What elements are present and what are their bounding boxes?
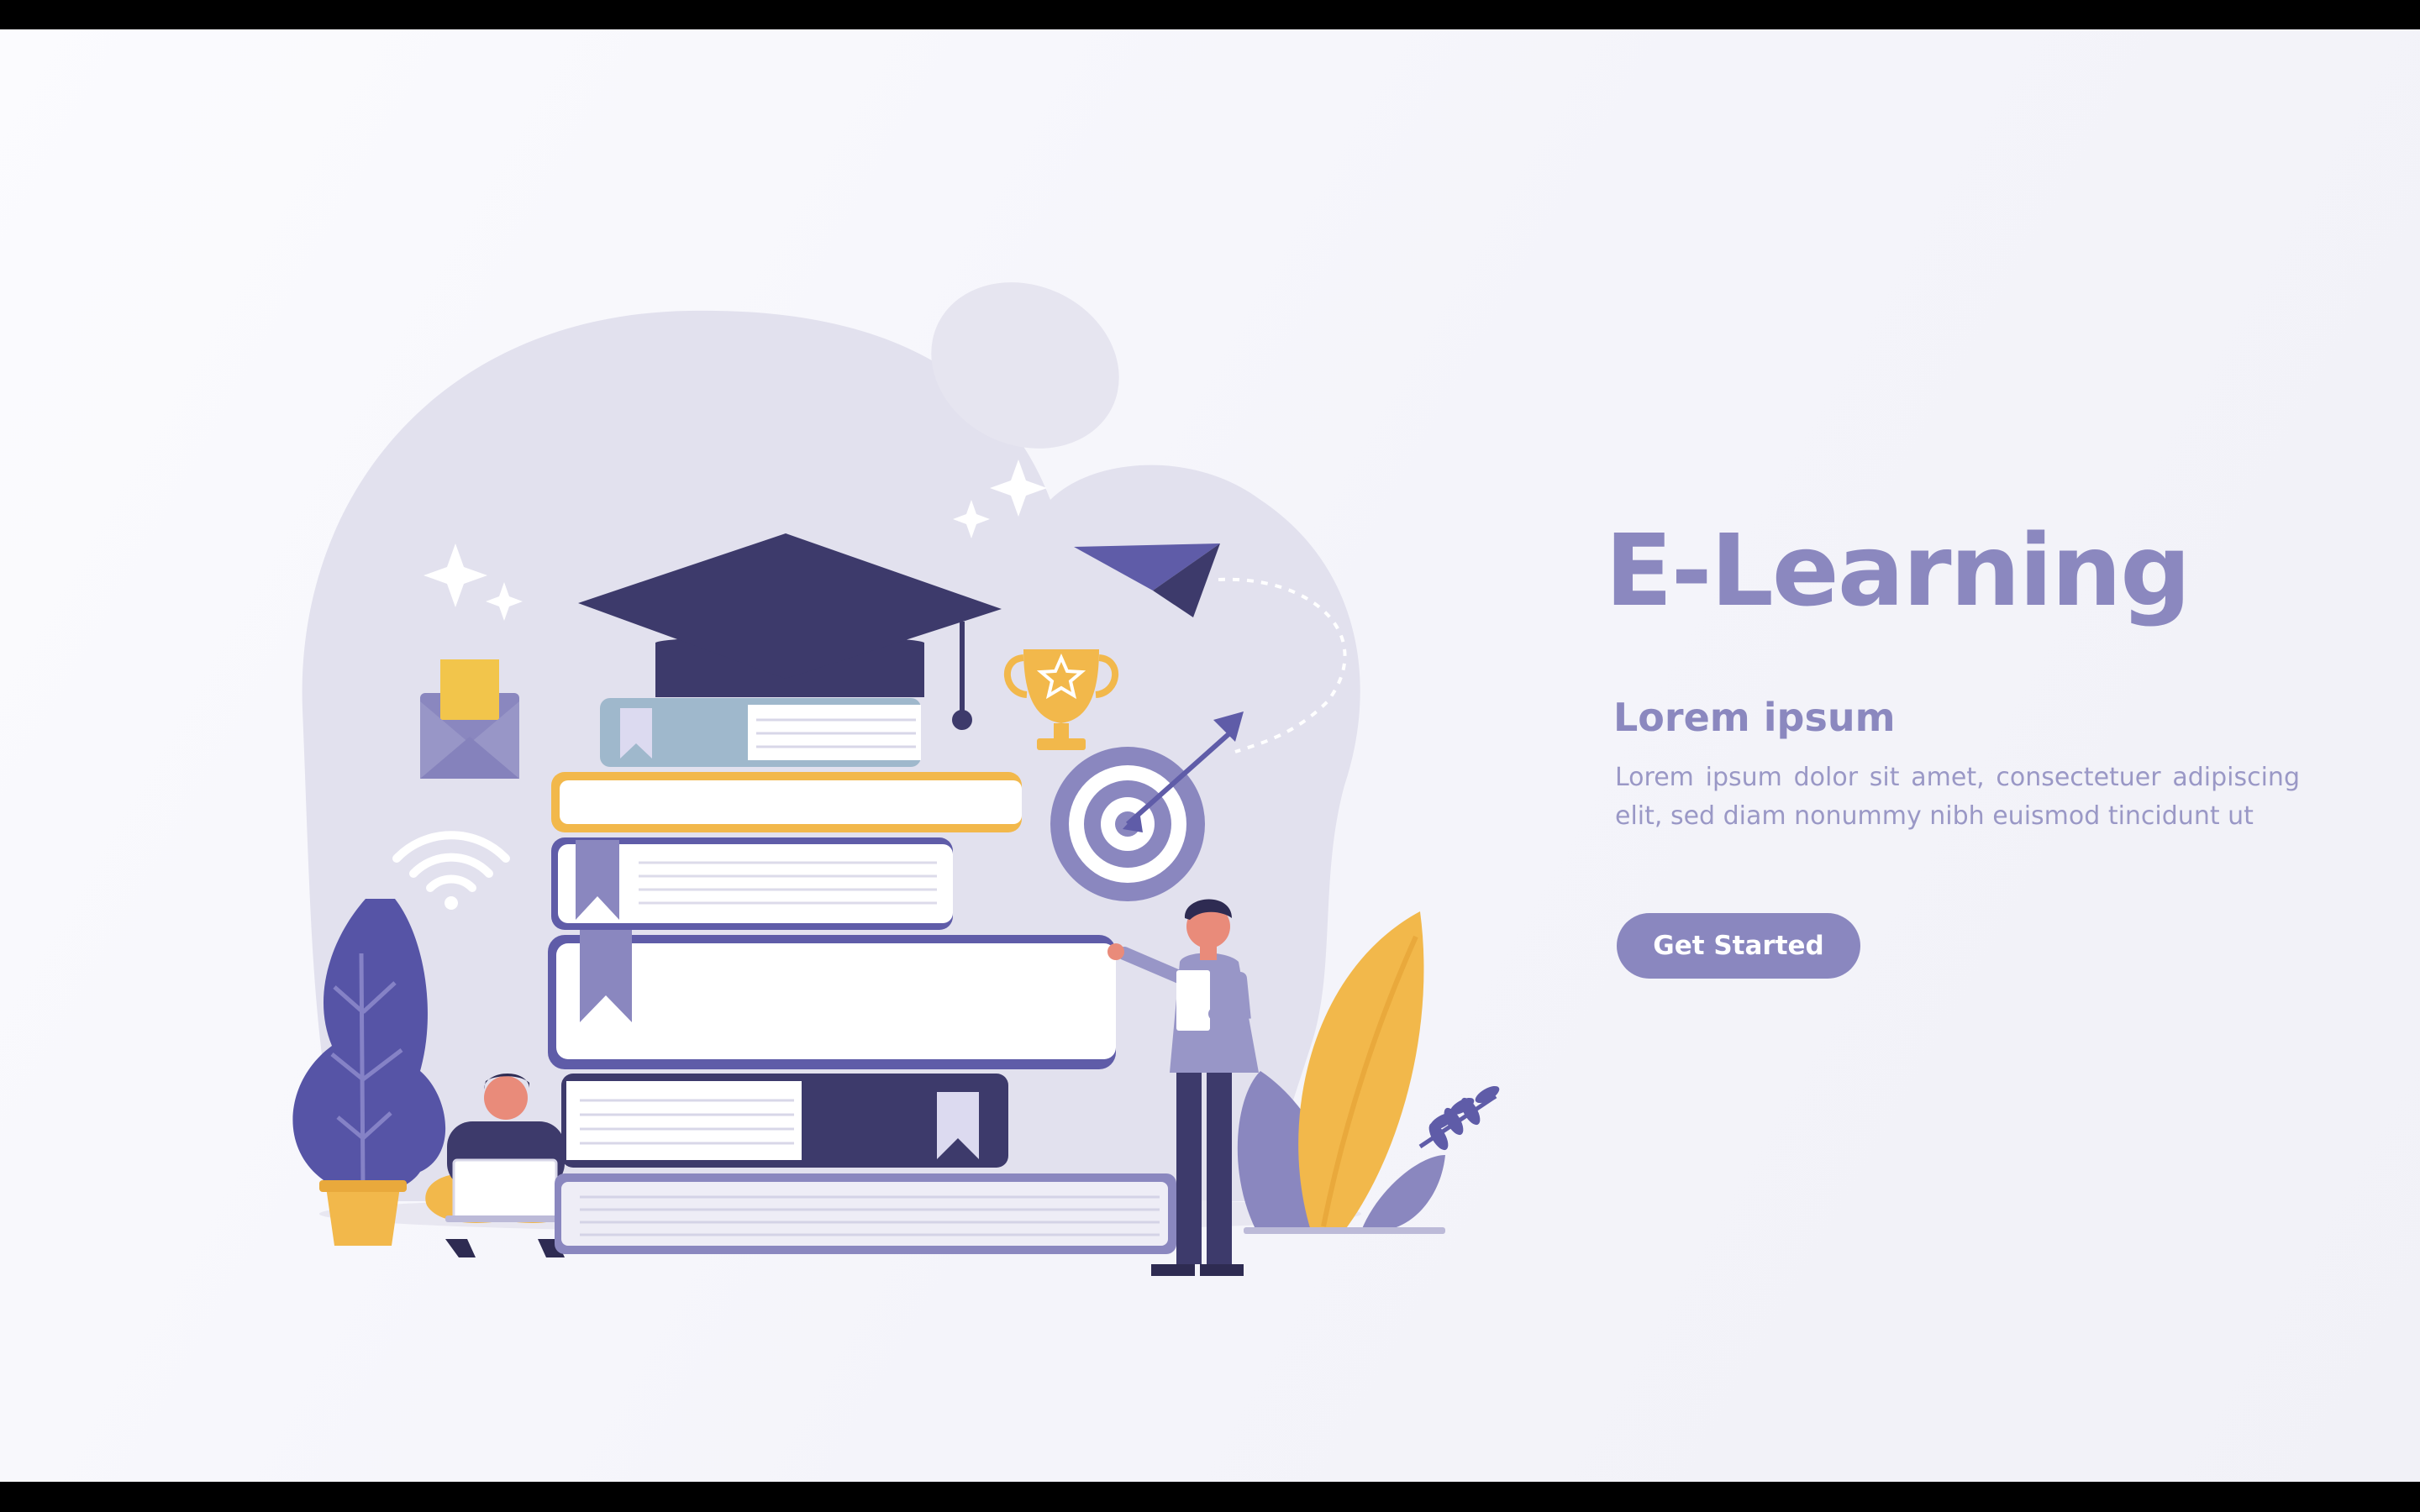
slide: E-Learning Lorem ipsum Lorem ipsum dolor…	[0, 29, 2420, 1482]
hero-description: Lorem ipsum dolor sit amet, consectetuer…	[1615, 762, 2300, 831]
letterbox-bottom	[0, 1482, 2420, 1512]
letterbox-top	[0, 0, 2420, 29]
get-started-button[interactable]: Get Started	[1617, 913, 1860, 979]
hero-text-block: E-Learning Lorem ipsum Lorem ipsum dolor…	[1605, 512, 2302, 836]
page-title: E-Learning	[1605, 512, 2191, 628]
hero-subtitle: Lorem ipsum	[1613, 694, 1896, 740]
